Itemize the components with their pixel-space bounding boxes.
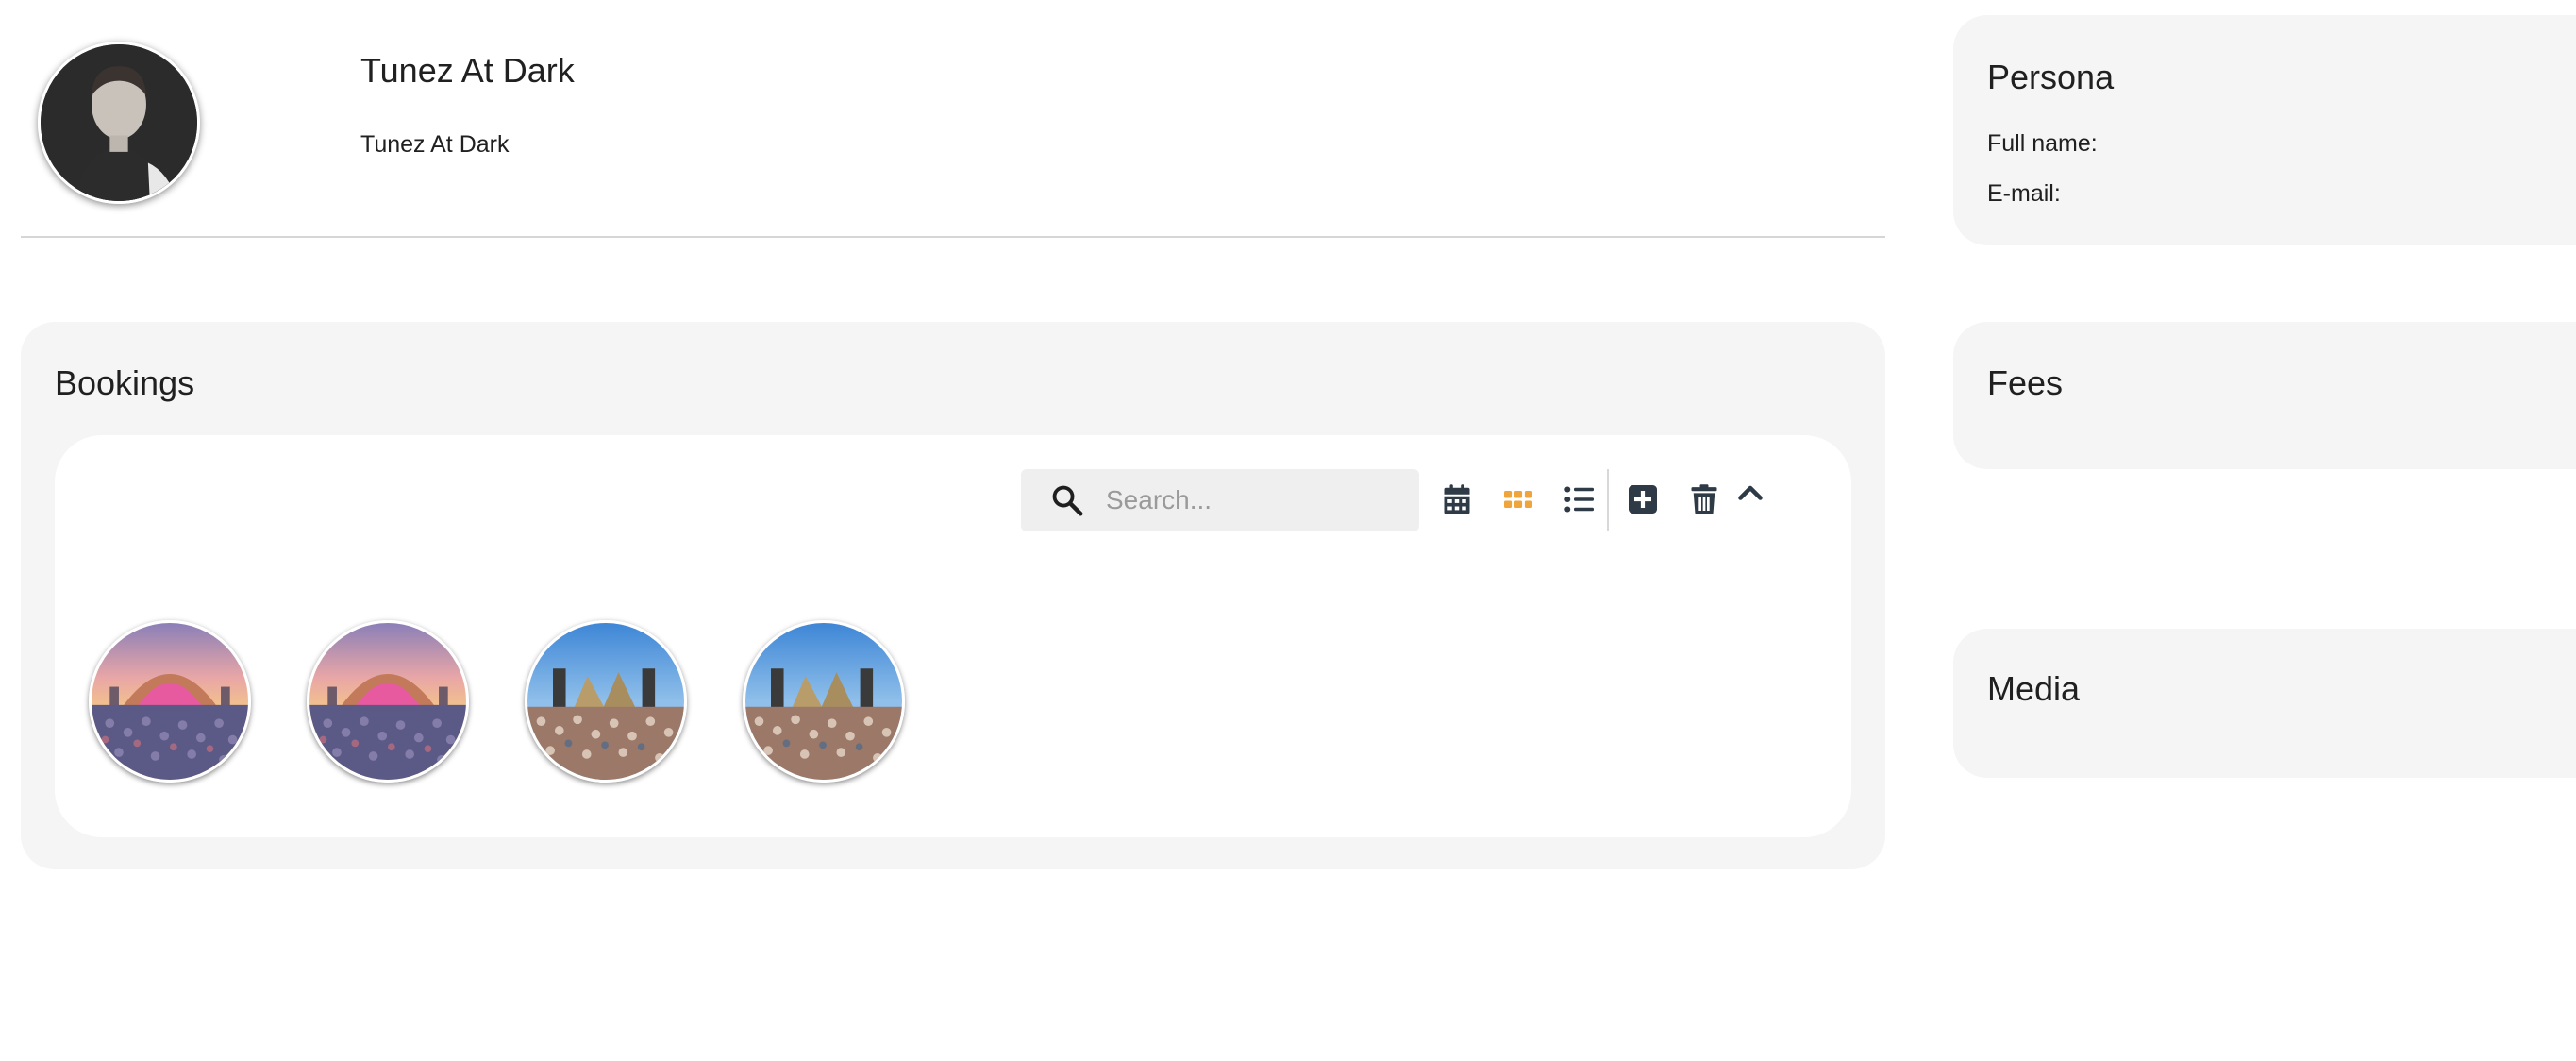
bookings-card: Bookings xyxy=(21,322,1885,869)
bookings-panel xyxy=(55,435,1851,837)
persona-card: Persona Full name: E-mail: xyxy=(1953,15,2576,245)
profile-avatar[interactable] xyxy=(38,42,200,204)
booking-thumbnail[interactable] xyxy=(743,620,905,783)
chevron-up-icon xyxy=(1738,485,1763,500)
list-view-button[interactable] xyxy=(1561,480,1598,518)
profile-subtitle: Tunez At Dark xyxy=(360,131,510,158)
delete-button[interactable] xyxy=(1685,480,1723,518)
calendar-view-button[interactable] xyxy=(1438,480,1476,518)
full-name-label: Full name: xyxy=(1987,130,2098,157)
collapse-button[interactable] xyxy=(1731,475,1769,513)
profile-name: Tunez At Dark xyxy=(360,51,575,90)
booking-thumbnail[interactable] xyxy=(307,620,469,783)
calendar-icon xyxy=(1444,484,1470,514)
fees-card[interactable]: Fees xyxy=(1953,322,2576,469)
booking-thumbnail[interactable] xyxy=(89,620,251,783)
search-input[interactable] xyxy=(1104,484,1406,516)
toolbar-separator xyxy=(1607,469,1609,531)
email-label: E-mail: xyxy=(1987,180,2061,207)
sunset-stage-image xyxy=(92,623,248,780)
add-booking-button[interactable] xyxy=(1624,480,1662,518)
sunset-stage-image xyxy=(309,623,466,780)
header-divider xyxy=(21,236,1885,238)
search-icon xyxy=(1052,485,1083,516)
festival-crowd-image xyxy=(745,623,902,780)
grid-view-icon xyxy=(1504,491,1532,508)
avatar-portrait-image xyxy=(41,44,197,201)
search-box[interactable] xyxy=(1021,469,1419,531)
media-title: Media xyxy=(1987,669,2081,708)
festival-crowd-image xyxy=(527,623,684,780)
persona-title: Persona xyxy=(1987,58,2115,96)
list-view-icon xyxy=(1564,486,1594,513)
bookings-title: Bookings xyxy=(55,363,195,402)
fees-title: Fees xyxy=(1987,363,2064,402)
media-card[interactable]: Media xyxy=(1953,629,2576,778)
grid-view-button[interactable] xyxy=(1499,480,1537,518)
trash-icon xyxy=(1691,484,1717,514)
booking-thumbnail[interactable] xyxy=(525,620,687,783)
add-square-icon xyxy=(1629,485,1657,514)
